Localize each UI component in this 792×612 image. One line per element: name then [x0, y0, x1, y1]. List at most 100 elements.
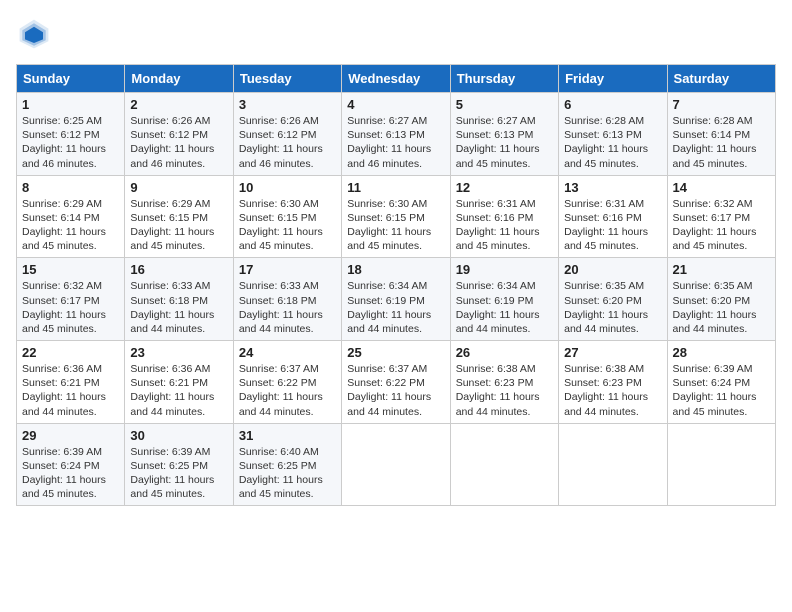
day-number: 7: [673, 97, 770, 112]
day-info: Sunrise: 6:40 AM Sunset: 6:25 PM Dayligh…: [239, 445, 336, 502]
week-row-4: 22 Sunrise: 6:36 AM Sunset: 6:21 PM Dayl…: [17, 341, 776, 424]
day-info: Sunrise: 6:32 AM Sunset: 6:17 PM Dayligh…: [673, 197, 770, 254]
day-cell: 21 Sunrise: 6:35 AM Sunset: 6:20 PM Dayl…: [667, 258, 775, 341]
day-info: Sunrise: 6:39 AM Sunset: 6:25 PM Dayligh…: [130, 445, 227, 502]
day-cell: [342, 423, 450, 506]
day-number: 25: [347, 345, 444, 360]
day-number: 5: [456, 97, 553, 112]
page-header: [16, 16, 776, 52]
day-number: 13: [564, 180, 661, 195]
day-number: 11: [347, 180, 444, 195]
day-cell: 30 Sunrise: 6:39 AM Sunset: 6:25 PM Dayl…: [125, 423, 233, 506]
day-cell: 25 Sunrise: 6:37 AM Sunset: 6:22 PM Dayl…: [342, 341, 450, 424]
day-cell: 23 Sunrise: 6:36 AM Sunset: 6:21 PM Dayl…: [125, 341, 233, 424]
day-info: Sunrise: 6:39 AM Sunset: 6:24 PM Dayligh…: [22, 445, 119, 502]
day-cell: 6 Sunrise: 6:28 AM Sunset: 6:13 PM Dayli…: [559, 93, 667, 176]
day-info: Sunrise: 6:30 AM Sunset: 6:15 PM Dayligh…: [239, 197, 336, 254]
day-number: 26: [456, 345, 553, 360]
day-number: 20: [564, 262, 661, 277]
day-info: Sunrise: 6:33 AM Sunset: 6:18 PM Dayligh…: [130, 279, 227, 336]
day-info: Sunrise: 6:35 AM Sunset: 6:20 PM Dayligh…: [673, 279, 770, 336]
day-info: Sunrise: 6:34 AM Sunset: 6:19 PM Dayligh…: [347, 279, 444, 336]
day-number: 6: [564, 97, 661, 112]
day-cell: 24 Sunrise: 6:37 AM Sunset: 6:22 PM Dayl…: [233, 341, 341, 424]
day-number: 27: [564, 345, 661, 360]
week-row-5: 29 Sunrise: 6:39 AM Sunset: 6:24 PM Dayl…: [17, 423, 776, 506]
week-row-2: 8 Sunrise: 6:29 AM Sunset: 6:14 PM Dayli…: [17, 175, 776, 258]
day-cell: 31 Sunrise: 6:40 AM Sunset: 6:25 PM Dayl…: [233, 423, 341, 506]
logo: [16, 16, 58, 52]
day-info: Sunrise: 6:26 AM Sunset: 6:12 PM Dayligh…: [130, 114, 227, 171]
day-number: 28: [673, 345, 770, 360]
day-cell: [450, 423, 558, 506]
day-cell: 4 Sunrise: 6:27 AM Sunset: 6:13 PM Dayli…: [342, 93, 450, 176]
day-number: 23: [130, 345, 227, 360]
day-info: Sunrise: 6:38 AM Sunset: 6:23 PM Dayligh…: [564, 362, 661, 419]
day-number: 31: [239, 428, 336, 443]
day-number: 19: [456, 262, 553, 277]
day-number: 12: [456, 180, 553, 195]
day-number: 9: [130, 180, 227, 195]
weekday-header-friday: Friday: [559, 65, 667, 93]
day-cell: 12 Sunrise: 6:31 AM Sunset: 6:16 PM Dayl…: [450, 175, 558, 258]
day-cell: 22 Sunrise: 6:36 AM Sunset: 6:21 PM Dayl…: [17, 341, 125, 424]
day-number: 8: [22, 180, 119, 195]
day-cell: 10 Sunrise: 6:30 AM Sunset: 6:15 PM Dayl…: [233, 175, 341, 258]
weekday-header-row: SundayMondayTuesdayWednesdayThursdayFrid…: [17, 65, 776, 93]
day-cell: 20 Sunrise: 6:35 AM Sunset: 6:20 PM Dayl…: [559, 258, 667, 341]
day-cell: 14 Sunrise: 6:32 AM Sunset: 6:17 PM Dayl…: [667, 175, 775, 258]
weekday-header-wednesday: Wednesday: [342, 65, 450, 93]
logo-icon: [16, 16, 52, 52]
day-info: Sunrise: 6:29 AM Sunset: 6:14 PM Dayligh…: [22, 197, 119, 254]
day-info: Sunrise: 6:27 AM Sunset: 6:13 PM Dayligh…: [347, 114, 444, 171]
day-number: 15: [22, 262, 119, 277]
weekday-header-sunday: Sunday: [17, 65, 125, 93]
day-cell: 19 Sunrise: 6:34 AM Sunset: 6:19 PM Dayl…: [450, 258, 558, 341]
day-number: 14: [673, 180, 770, 195]
day-info: Sunrise: 6:37 AM Sunset: 6:22 PM Dayligh…: [239, 362, 336, 419]
day-info: Sunrise: 6:28 AM Sunset: 6:14 PM Dayligh…: [673, 114, 770, 171]
week-row-1: 1 Sunrise: 6:25 AM Sunset: 6:12 PM Dayli…: [17, 93, 776, 176]
day-number: 16: [130, 262, 227, 277]
day-cell: [667, 423, 775, 506]
day-cell: 15 Sunrise: 6:32 AM Sunset: 6:17 PM Dayl…: [17, 258, 125, 341]
day-info: Sunrise: 6:33 AM Sunset: 6:18 PM Dayligh…: [239, 279, 336, 336]
weekday-header-tuesday: Tuesday: [233, 65, 341, 93]
calendar: SundayMondayTuesdayWednesdayThursdayFrid…: [16, 64, 776, 506]
day-cell: 1 Sunrise: 6:25 AM Sunset: 6:12 PM Dayli…: [17, 93, 125, 176]
day-info: Sunrise: 6:39 AM Sunset: 6:24 PM Dayligh…: [673, 362, 770, 419]
day-info: Sunrise: 6:34 AM Sunset: 6:19 PM Dayligh…: [456, 279, 553, 336]
day-info: Sunrise: 6:32 AM Sunset: 6:17 PM Dayligh…: [22, 279, 119, 336]
day-cell: 3 Sunrise: 6:26 AM Sunset: 6:12 PM Dayli…: [233, 93, 341, 176]
day-info: Sunrise: 6:31 AM Sunset: 6:16 PM Dayligh…: [564, 197, 661, 254]
day-number: 18: [347, 262, 444, 277]
day-info: Sunrise: 6:37 AM Sunset: 6:22 PM Dayligh…: [347, 362, 444, 419]
day-number: 22: [22, 345, 119, 360]
day-info: Sunrise: 6:30 AM Sunset: 6:15 PM Dayligh…: [347, 197, 444, 254]
day-cell: 16 Sunrise: 6:33 AM Sunset: 6:18 PM Dayl…: [125, 258, 233, 341]
day-cell: 2 Sunrise: 6:26 AM Sunset: 6:12 PM Dayli…: [125, 93, 233, 176]
day-cell: 11 Sunrise: 6:30 AM Sunset: 6:15 PM Dayl…: [342, 175, 450, 258]
week-row-3: 15 Sunrise: 6:32 AM Sunset: 6:17 PM Dayl…: [17, 258, 776, 341]
day-cell: 28 Sunrise: 6:39 AM Sunset: 6:24 PM Dayl…: [667, 341, 775, 424]
day-number: 24: [239, 345, 336, 360]
day-info: Sunrise: 6:36 AM Sunset: 6:21 PM Dayligh…: [130, 362, 227, 419]
weekday-header-thursday: Thursday: [450, 65, 558, 93]
day-number: 2: [130, 97, 227, 112]
weekday-header-saturday: Saturday: [667, 65, 775, 93]
day-info: Sunrise: 6:26 AM Sunset: 6:12 PM Dayligh…: [239, 114, 336, 171]
day-number: 21: [673, 262, 770, 277]
day-info: Sunrise: 6:27 AM Sunset: 6:13 PM Dayligh…: [456, 114, 553, 171]
day-info: Sunrise: 6:28 AM Sunset: 6:13 PM Dayligh…: [564, 114, 661, 171]
day-number: 1: [22, 97, 119, 112]
day-cell: 8 Sunrise: 6:29 AM Sunset: 6:14 PM Dayli…: [17, 175, 125, 258]
day-info: Sunrise: 6:36 AM Sunset: 6:21 PM Dayligh…: [22, 362, 119, 419]
day-cell: 18 Sunrise: 6:34 AM Sunset: 6:19 PM Dayl…: [342, 258, 450, 341]
day-info: Sunrise: 6:35 AM Sunset: 6:20 PM Dayligh…: [564, 279, 661, 336]
day-cell: 17 Sunrise: 6:33 AM Sunset: 6:18 PM Dayl…: [233, 258, 341, 341]
day-number: 17: [239, 262, 336, 277]
day-cell: 27 Sunrise: 6:38 AM Sunset: 6:23 PM Dayl…: [559, 341, 667, 424]
weekday-header-monday: Monday: [125, 65, 233, 93]
day-info: Sunrise: 6:25 AM Sunset: 6:12 PM Dayligh…: [22, 114, 119, 171]
day-cell: 26 Sunrise: 6:38 AM Sunset: 6:23 PM Dayl…: [450, 341, 558, 424]
